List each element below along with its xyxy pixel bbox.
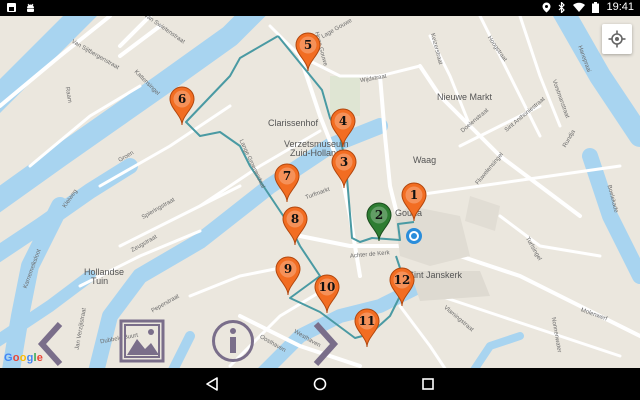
marker-number: 12	[393, 273, 411, 287]
crosshair-icon	[608, 30, 626, 48]
back-icon	[206, 377, 218, 391]
image-gallery-icon	[119, 319, 165, 363]
marker-number: 11	[358, 314, 376, 328]
previous-button[interactable]	[36, 321, 66, 368]
status-bar: 19:41	[0, 0, 640, 16]
next-button[interactable]	[310, 321, 340, 368]
home-button[interactable]	[310, 374, 330, 394]
notification-icon	[6, 2, 17, 13]
map-label-waag: Waag	[413, 155, 437, 165]
route-marker-2[interactable]: 2	[366, 202, 392, 242]
recents-icon	[422, 378, 434, 390]
info-icon	[212, 320, 254, 362]
location-icon	[542, 2, 551, 13]
next-icon	[313, 321, 339, 367]
wifi-icon	[573, 2, 586, 12]
recents-button[interactable]	[418, 374, 438, 394]
route-marker-7[interactable]: 7	[274, 163, 300, 203]
map-label-nieuwe-markt: Nieuwe Markt	[437, 92, 493, 102]
marker-number: 3	[339, 155, 349, 169]
marker-number: 1	[409, 188, 419, 202]
home-icon	[313, 377, 327, 391]
marker-number: 7	[282, 169, 292, 183]
marker-number: 8	[290, 212, 300, 226]
route-marker-11[interactable]: 11	[354, 308, 380, 348]
map-label-tuin: Tuin	[91, 276, 109, 286]
route-marker-8[interactable]: 8	[282, 206, 308, 246]
marker-number: 10	[318, 280, 336, 294]
map-label-clarissenhof: Clarissenhof	[268, 118, 319, 128]
my-location-button[interactable]	[602, 24, 632, 54]
current-location-dot	[406, 228, 422, 244]
route-marker-4[interactable]: 4	[330, 108, 356, 148]
navigation-bar	[0, 368, 640, 400]
bluetooth-icon	[558, 1, 566, 13]
marker-number: 6	[177, 92, 187, 106]
route-marker-10[interactable]: 10	[314, 274, 340, 314]
route-marker-12[interactable]: 12	[389, 267, 415, 307]
route-marker-3[interactable]: 3	[331, 149, 357, 189]
map-view[interactable]: Nieuwe Markt Clarissenhof Verzetsmuseum …	[0, 16, 640, 368]
route-marker-1[interactable]: 1	[401, 182, 427, 222]
gallery-button[interactable]	[119, 319, 165, 367]
clock: 19:41	[606, 1, 634, 13]
marker-number: 2	[374, 208, 384, 222]
marker-number: 9	[283, 262, 293, 276]
marker-number: 4	[338, 114, 348, 128]
route-marker-9[interactable]: 9	[275, 256, 301, 296]
back-button[interactable]	[202, 374, 222, 394]
marker-number: 5	[303, 38, 313, 52]
route-marker-5[interactable]: 5	[295, 32, 321, 72]
map-label-sint-janskerk: Sint Janskerk	[408, 270, 463, 280]
info-button[interactable]	[211, 319, 255, 367]
battery-icon	[592, 1, 600, 13]
android-icon	[25, 2, 36, 13]
route-marker-6[interactable]: 6	[169, 86, 195, 126]
previous-icon	[37, 321, 63, 367]
